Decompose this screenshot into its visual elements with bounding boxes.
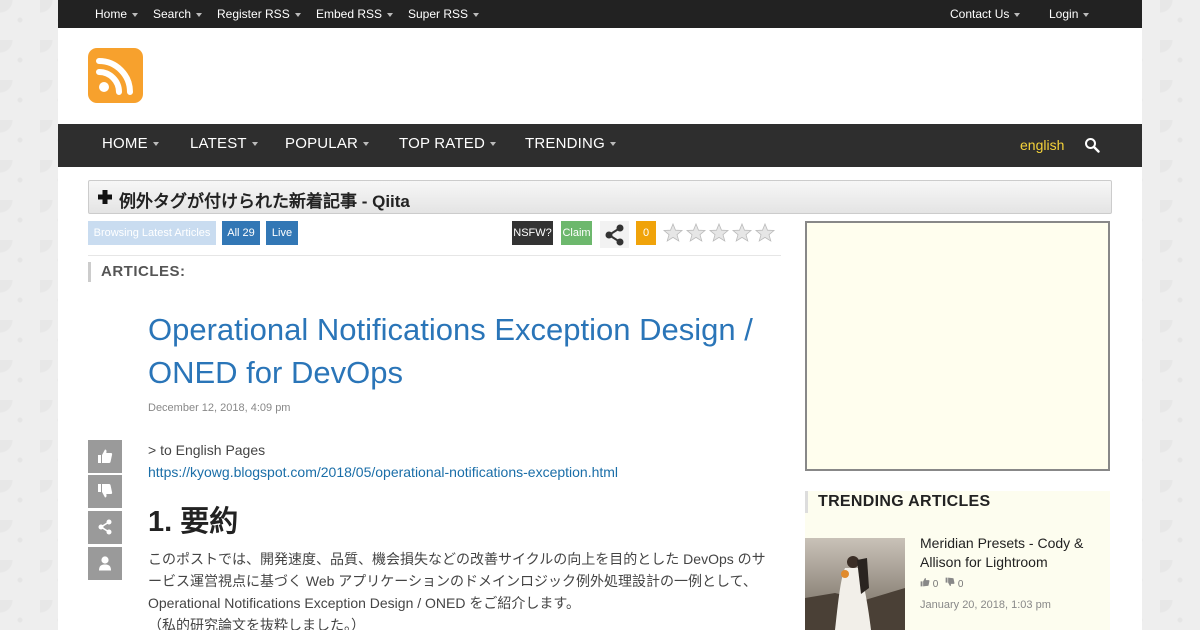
caret-down-icon — [152, 142, 159, 147]
caret-down-icon — [387, 12, 394, 17]
caret-down-icon — [609, 142, 616, 147]
claim-button[interactable]: Claim — [561, 221, 592, 245]
feed-title: 例外タグが付けられた新着記事 - Qiita — [119, 192, 410, 211]
rss-icon — [96, 58, 133, 95]
topbar-embed-rss-label: Embed RSS — [316, 7, 383, 21]
trending-dislikes: 0 — [957, 579, 964, 590]
topbar-search[interactable]: Search — [153, 0, 203, 28]
topbar-login-label: Login — [1049, 7, 1079, 21]
nav-top-rated[interactable]: TOP RATED — [399, 124, 496, 167]
nav-top-rated-label: TOP RATED — [399, 135, 485, 152]
caret-down-icon — [490, 142, 496, 147]
caret-down-icon — [294, 12, 301, 17]
caret-down-icon — [473, 12, 480, 17]
nav-latest[interactable]: LATEST — [190, 124, 258, 167]
author-button[interactable] — [88, 547, 122, 580]
thumbs-up-icon — [98, 449, 113, 463]
topbar-home-label: Home — [95, 7, 128, 21]
paragraph-line: （私的研究論文を抜粋しました。） — [148, 617, 365, 630]
nav-home[interactable]: HOME — [102, 124, 159, 167]
caret-down-icon — [363, 142, 370, 147]
caret-down-icon — [251, 142, 258, 147]
nav-latest-label: LATEST — [190, 135, 247, 152]
language-selector[interactable]: english — [1020, 124, 1064, 167]
vote-count-badge: 0 — [636, 221, 656, 245]
nav-popular[interactable]: POPULAR — [285, 124, 370, 167]
topbar-home[interactable]: Home — [95, 0, 139, 28]
page: Home Search Register RSS Embed RSS Super… — [58, 0, 1142, 630]
share-icon — [605, 224, 624, 246]
nsfw-button[interactable]: NSFW? — [512, 221, 553, 245]
nav-home-label: HOME — [102, 135, 148, 152]
topbar-super-rss[interactable]: Super RSS — [408, 0, 480, 28]
main-nav: HOME LATEST POPULAR TOP RATED TRENDING e… — [58, 124, 1142, 167]
ad-box — [805, 221, 1110, 471]
trending-item-date: January 20, 2018, 1:03 pm — [920, 599, 1051, 611]
caret-down-icon — [1083, 12, 1090, 17]
share-button[interactable] — [600, 221, 629, 248]
dislike-button[interactable] — [88, 475, 122, 508]
section-heading: 1. 要約 — [148, 506, 239, 538]
all-count-tag[interactable]: All 29 — [222, 221, 260, 245]
topbar-contact-label: Contact Us — [950, 7, 1010, 21]
topbar-super-rss-label: Super RSS — [408, 7, 469, 21]
star-icon — [754, 222, 776, 242]
thumbs-down-icon — [98, 484, 113, 498]
star-icon — [662, 222, 684, 242]
user-icon — [99, 556, 111, 571]
paragraph-line: ービス運営視点に基づく Web アプリケーションのドメインロジック例外処理設計の… — [148, 573, 757, 589]
live-tag[interactable]: Live — [266, 221, 298, 245]
like-button[interactable] — [88, 440, 122, 473]
trending-item-votes: 0 0 — [920, 577, 963, 590]
top-bar: Home Search Register RSS Embed RSS Super… — [58, 0, 1142, 28]
paragraph-line: Operational Notifications Exception Desi… — [148, 595, 580, 611]
topbar-login[interactable]: Login — [1049, 0, 1090, 28]
caret-down-icon — [1014, 12, 1021, 17]
article-link[interactable]: https://kyowg.blogspot.com/2018/05/opera… — [148, 464, 618, 480]
star-icon — [685, 222, 707, 242]
thumbs-up-icon — [920, 577, 930, 587]
trending-photo — [805, 538, 905, 630]
thumbs-down-icon — [945, 577, 955, 587]
star-icon — [731, 222, 753, 242]
trending-item-title[interactable]: Meridian Presets - Cody & Allison for Li… — [920, 534, 1105, 572]
share-icon — [98, 519, 112, 535]
topbar-register-rss[interactable]: Register RSS — [217, 0, 301, 28]
trending-panel: TRENDING ARTICLES Meridian Presets - Cod… — [805, 491, 1110, 630]
divider — [88, 255, 781, 256]
rss-logo[interactable] — [88, 48, 143, 103]
star-icon — [708, 222, 730, 242]
articles-heading: ARTICLES: — [88, 262, 186, 282]
rating-stars[interactable] — [662, 222, 778, 244]
topbar-search-label: Search — [153, 7, 192, 21]
nav-trending[interactable]: TRENDING — [525, 124, 616, 167]
paragraph-line: このポストでは、開発速度、品質、機会損失などの改善サイクルの向上を目的とした D… — [148, 551, 766, 567]
caret-down-icon — [196, 12, 203, 17]
feed-title-bar: 例外タグが付けられた新着記事 - Qiita — [88, 180, 1112, 214]
browsing-latest-tag[interactable]: Browsing Latest Articles — [88, 221, 216, 245]
trending-likes: 0 — [932, 579, 939, 590]
topbar-embed-rss[interactable]: Embed RSS — [316, 0, 394, 28]
trending-thumbnail[interactable] — [805, 538, 905, 630]
trending-heading: TRENDING ARTICLES — [805, 491, 1110, 513]
search-icon[interactable] — [1084, 137, 1100, 153]
share-side-button[interactable] — [88, 511, 122, 544]
topbar-register-rss-label: Register RSS — [217, 7, 290, 21]
topbar-contact-us[interactable]: Contact Us — [950, 0, 1021, 28]
caret-down-icon — [132, 12, 139, 17]
english-pages-text: > to English Pages — [148, 442, 266, 458]
nav-popular-label: POPULAR — [285, 135, 359, 152]
article-title[interactable]: Operational Notifications Exception Desi… — [148, 308, 768, 394]
nav-trending-label: TRENDING — [525, 135, 605, 152]
plus-icon[interactable] — [97, 188, 113, 206]
article-date: December 12, 2018, 4:09 pm — [148, 402, 291, 414]
